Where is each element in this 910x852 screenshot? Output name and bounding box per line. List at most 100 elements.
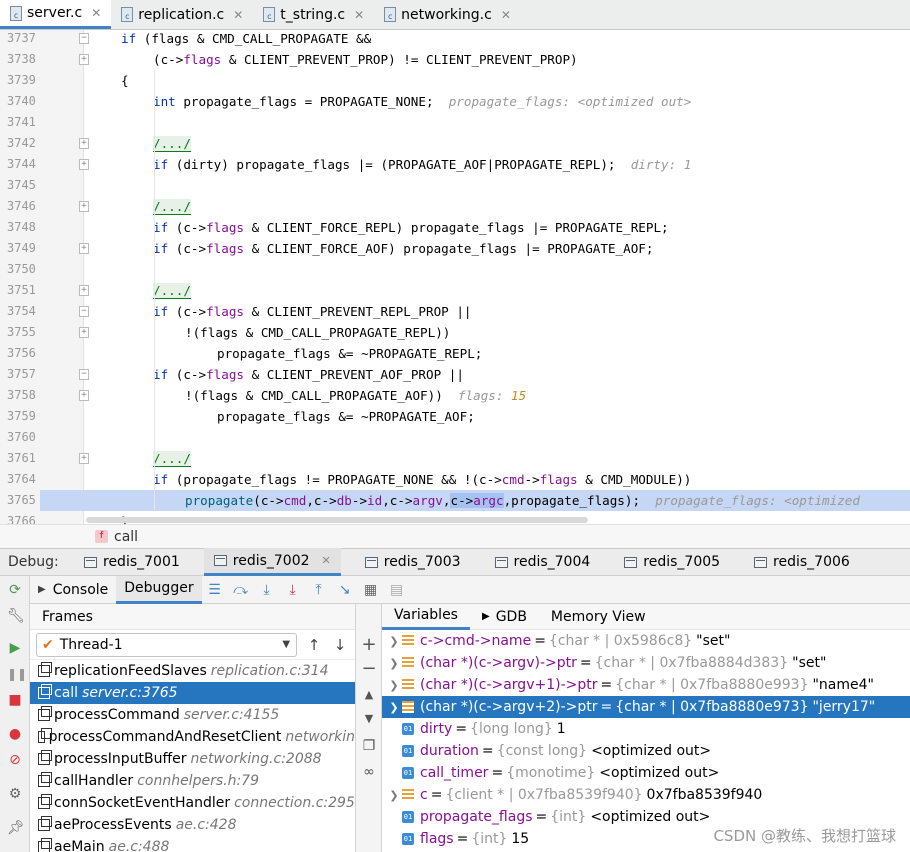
code-line[interactable]: 3761 + /.../ — [0, 448, 910, 469]
fold-icon[interactable]: + — [79, 54, 89, 65]
code-line[interactable]: 3754 − if (c->flags & CLIENT_PREVENT_REPL_… — [0, 301, 910, 322]
stack-frame[interactable]: aeProcessEvents ae.c:428 — [30, 814, 355, 836]
breadcrumb-label[interactable]: call — [114, 529, 138, 545]
settings-gear-icon[interactable]: ⚙ — [7, 786, 23, 802]
chevron-right-icon[interactable]: ❯ — [386, 701, 402, 714]
step-into-icon[interactable]: ⤓ — [254, 582, 280, 598]
fold-icon[interactable]: + — [79, 201, 89, 212]
fold-icon[interactable]: + — [79, 390, 89, 401]
stack-frame[interactable]: aeMain ae.c:488 — [30, 836, 355, 852]
code-line[interactable]: 3750 — [0, 259, 910, 280]
session-tab-redis-7004[interactable]: redis_7004 — [485, 548, 601, 576]
move-up-icon[interactable]: ▲ — [356, 688, 382, 701]
horizontal-scrollbar[interactable] — [86, 517, 588, 523]
tab-variables[interactable]: Variables — [382, 604, 470, 630]
close-icon[interactable]: ✕ — [322, 554, 331, 567]
code-line[interactable]: 3742 + /.../ — [0, 133, 910, 154]
code-line[interactable]: 3760 — [0, 427, 910, 448]
stack-frame[interactable]: processCommand server.c:4155 — [30, 704, 355, 726]
chevron-right-icon[interactable]: ❯ — [386, 635, 402, 648]
frame-up-icon[interactable]: ↑ — [305, 636, 323, 654]
close-icon[interactable]: ✕ — [501, 8, 511, 22]
fold-icon[interactable]: − — [79, 369, 89, 380]
code-line[interactable]: 3746 + /.../ — [0, 196, 910, 217]
move-down-icon[interactable]: ▼ — [356, 712, 382, 725]
code-line[interactable]: 3759 propagate_flags &= ~PROPAGATE_AOF; — [0, 406, 910, 427]
session-tab-redis-7003[interactable]: redis_7003 — [355, 548, 471, 576]
code-line[interactable]: 3744 + if (dirty) propagate_flags |= (PROP… — [0, 154, 910, 175]
view-breakpoints-icon[interactable]: ● — [7, 726, 23, 742]
code-line[interactable]: 3749 + if (c->flags & CLIENT_FORCE_AOF) pr… — [0, 238, 910, 259]
resume-icon[interactable]: ▶ — [7, 640, 23, 656]
stop-icon[interactable]: ■ — [7, 692, 23, 708]
variable-row[interactable]: ❯ (char *)(c->argv+1)->ptr = {char * | 0x7f… — [382, 674, 910, 696]
stack-frame[interactable]: processCommandAndResetClient networkin — [30, 726, 355, 748]
variable-row[interactable]: ❯ c->cmd->name = {char * | 0x5986c8} "set" — [382, 630, 910, 652]
fold-icon[interactable]: + — [79, 285, 89, 296]
copy-icon[interactable]: ❐ — [356, 738, 382, 754]
pin-icon[interactable]: 📌︎ — [7, 820, 25, 836]
code-editor[interactable]: 3737− if (flags & CMD_CALL_PROPAGATE && 37… — [0, 30, 910, 524]
code-line[interactable]: 3765 propagate(c->cmd,c->db->id,c->argv,c… — [0, 490, 910, 511]
glasses-icon[interactable]: ∞ — [356, 764, 382, 780]
tab-memory-view[interactable]: Memory View — [539, 604, 658, 630]
pause-icon[interactable]: ❚❚ — [7, 666, 27, 682]
frame-down-icon[interactable]: ↓ — [331, 636, 349, 654]
fold-icon[interactable]: + — [79, 138, 89, 149]
variable-row[interactable]: ❯ c = {client * | 0x7fba8539f940} 0x7fba8539… — [382, 784, 910, 806]
force-step-into-icon[interactable]: ⤓ — [280, 582, 306, 598]
code-line[interactable]: 3748 if (c->flags & CLIENT_FORCE_REPL) pr… — [0, 217, 910, 238]
stack-frame[interactable]: callHandler connhelpers.h:79 — [30, 770, 355, 792]
add-watch-icon[interactable]: + — [356, 634, 382, 655]
code-line[interactable]: 3756 propagate_flags &= ~PROPAGATE_REPL; — [0, 343, 910, 364]
tab-server-c[interactable]: c server.c ✕ — [0, 0, 112, 29]
show-execution-point-icon[interactable]: ☰ — [202, 582, 228, 598]
code-line[interactable]: 3755 + !(flags & CMD_CALL_PROPAGATE_REPL)) — [0, 322, 910, 343]
code-line[interactable]: 3740 int propagate_flags = PROPAGATE_NONE… — [0, 91, 910, 112]
code-line[interactable]: 3745 — [0, 175, 910, 196]
fold-icon[interactable]: − — [79, 33, 89, 44]
trace-icon[interactable]: ▤ — [384, 582, 410, 598]
code-line[interactable]: 3758 + !(flags & CMD_CALL_PROPAGATE_AOF)) … — [0, 385, 910, 406]
run-to-cursor-icon[interactable]: ↘ — [332, 582, 358, 598]
stack-frame[interactable]: call server.c:3765 — [30, 682, 355, 704]
remove-watch-icon[interactable]: − — [356, 658, 382, 679]
tab-networking-c[interactable]: c networking.c ✕ — [374, 0, 521, 29]
session-tab-redis-7005[interactable]: redis_7005 — [614, 548, 730, 576]
stack-frame[interactable]: connSocketEventHandler connection.c:295 — [30, 792, 355, 814]
code-line[interactable]: 3741 — [0, 112, 910, 133]
tab-t_string-c[interactable]: c t_string.c ✕ — [253, 0, 374, 29]
code-line[interactable]: 3751 + /.../ — [0, 280, 910, 301]
code-line[interactable]: 3737 − if (flags & CMD_CALL_PROPAGATE && — [0, 30, 910, 49]
rerun-icon[interactable]: ⟳ — [7, 582, 23, 598]
fold-icon[interactable]: − — [79, 306, 89, 317]
tab-gdb[interactable]: ▶ GDB — [470, 604, 539, 630]
code-line[interactable]: 3738 + (c->flags & CLIENT_PREVENT_PROP) !=… — [0, 49, 910, 70]
code-line[interactable]: 3739 { — [0, 70, 910, 91]
step-over-icon[interactable]: ⤼ — [228, 582, 254, 598]
chevron-right-icon[interactable]: ❯ — [386, 679, 402, 692]
tab-console[interactable]: ▶ Console — [30, 576, 116, 604]
variable-row[interactable]: ❯ (char *)(c->argv+2)->ptr = {char * | 0x7f… — [382, 696, 910, 718]
stack-frame[interactable]: processInputBuffer networking.c:2088 — [30, 748, 355, 770]
stack-frame[interactable]: replicationFeedSlaves replication.c:314 — [30, 660, 355, 682]
chevron-right-icon[interactable]: ❯ — [386, 657, 402, 670]
code-line[interactable]: 3757 − if (c->flags & CLIENT_PREVENT_AOF_P… — [0, 364, 910, 385]
session-tab-redis-7002[interactable]: redis_7002 ✕ — [203, 548, 341, 576]
tab-debugger[interactable]: Debugger — [116, 575, 202, 604]
chevron-right-icon[interactable]: ❯ — [386, 789, 402, 802]
fold-icon[interactable]: + — [79, 453, 89, 464]
breadcrumb[interactable]: f call — [0, 524, 910, 548]
step-out-icon[interactable]: ⤒ — [306, 582, 332, 598]
tab-replication-c[interactable]: c replication.c ✕ — [111, 0, 253, 29]
variable-row[interactable]: 01 duration = {const long} <optimized out> — [382, 740, 910, 762]
variable-row[interactable]: ❯ (char *)(c->argv)->ptr = {char * | 0x7fba… — [382, 652, 910, 674]
close-icon[interactable]: ✕ — [354, 8, 364, 22]
wrench-icon[interactable]: 🔧︎ — [7, 608, 25, 624]
code-line[interactable]: 3764 if (propagate_flags != PROPAGATE_NON… — [0, 469, 910, 490]
evaluate-expression-icon[interactable]: ▦ — [358, 582, 384, 598]
close-icon[interactable]: ✕ — [91, 6, 101, 20]
session-tab-redis-7006[interactable]: redis_7006 — [744, 548, 860, 576]
mute-breakpoints-icon[interactable]: ⊘ — [7, 752, 23, 768]
fold-icon[interactable]: + — [79, 243, 89, 254]
